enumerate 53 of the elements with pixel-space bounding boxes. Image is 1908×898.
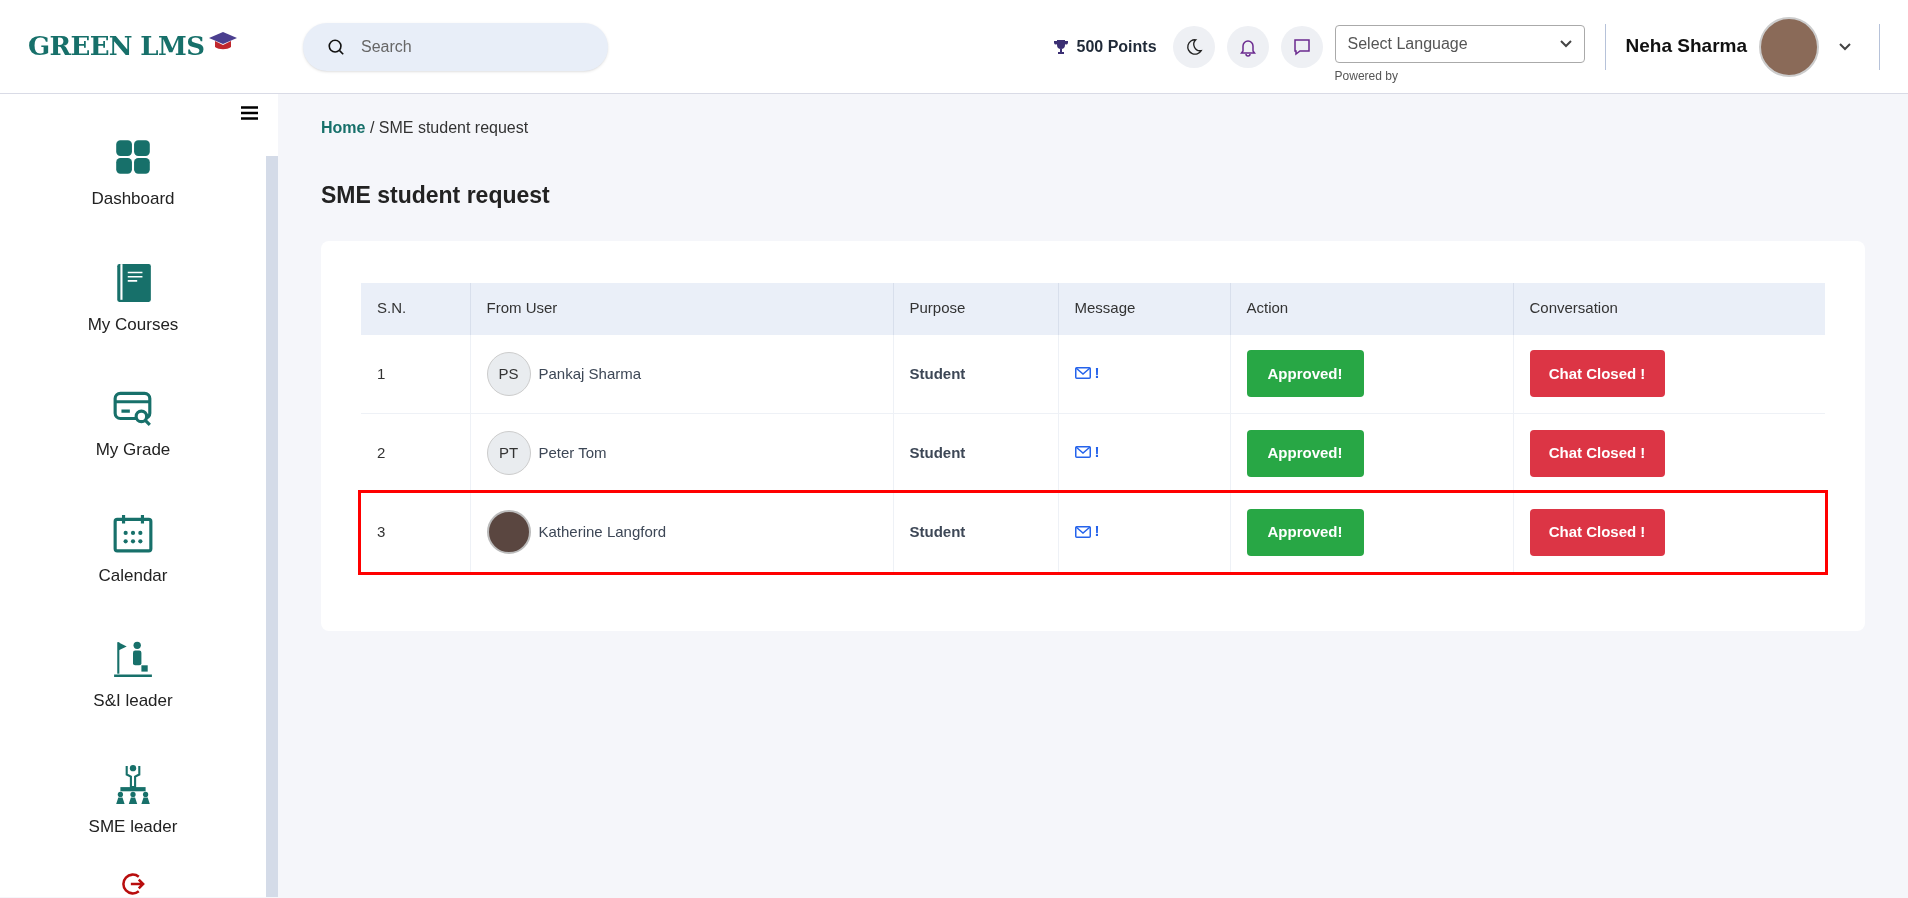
- page-title: SME student request: [321, 181, 551, 210]
- table-cell: Student: [909, 523, 966, 540]
- menu-icon[interactable]: [241, 106, 258, 120]
- column-header: S.N.: [361, 282, 470, 335]
- envelope-icon: [1074, 525, 1091, 538]
- breadcrumb-current: / SME student request: [369, 119, 529, 136]
- search-field[interactable]: Search: [303, 22, 608, 71]
- column-header: Purpose: [893, 282, 1058, 335]
- column-header: From User: [470, 282, 893, 335]
- search-icon: [327, 37, 345, 56]
- approved-button[interactable]: Approved!: [1246, 350, 1364, 398]
- envelope-icon: [1074, 446, 1091, 459]
- scrollbar[interactable]: [266, 156, 278, 897]
- points-text: 500 Points: [1076, 36, 1157, 57]
- language-select[interactable]: Select Language: [1334, 24, 1585, 63]
- initials-avatar: PS: [486, 351, 531, 396]
- chevron-down-icon[interactable]: [1839, 42, 1851, 51]
- column-header: Conversation: [1513, 282, 1825, 335]
- envelope-icon: [1074, 367, 1091, 380]
- table-cell: Student: [909, 443, 966, 461]
- message-link[interactable]: !: [1074, 361, 1100, 385]
- sidebar-item[interactable]: S&I leader: [93, 688, 173, 714]
- table-cell: Student: [909, 364, 966, 382]
- message-link[interactable]: !: [1074, 441, 1100, 464]
- chat-icon: [1291, 36, 1312, 57]
- user-name: Katherine Langford: [538, 522, 667, 542]
- powered-by-text: Powered by: [1334, 67, 1399, 85]
- table-cell: 2: [377, 443, 386, 461]
- trophy-icon: [1052, 38, 1069, 55]
- column-header: Action: [1230, 282, 1513, 335]
- initials-avatar: PT: [486, 431, 531, 475]
- table-cell: 1: [377, 364, 386, 382]
- chat-closed-button[interactable]: Chat Closed !: [1529, 508, 1665, 556]
- sidebar-item[interactable]: My Courses: [87, 311, 179, 337]
- breadcrumb-link[interactable]: Home: [321, 119, 366, 136]
- table-cell: 3: [377, 523, 386, 540]
- column-header: Message: [1058, 282, 1230, 335]
- calendar-icon: [112, 512, 154, 555]
- user-name: Pankaj Sharma: [538, 363, 642, 384]
- chat-closed-button[interactable]: Chat Closed !: [1529, 350, 1665, 398]
- chevron-down-icon: [1559, 39, 1572, 48]
- sidebar-item[interactable]: Calendar: [98, 562, 168, 588]
- chat-closed-button[interactable]: Chat Closed !: [1529, 429, 1665, 477]
- approved-button[interactable]: Approved!: [1246, 429, 1364, 477]
- moon-icon: [1184, 37, 1203, 56]
- sidebar-item[interactable]: My Grade: [95, 437, 171, 463]
- message-link[interactable]: !: [1074, 520, 1100, 543]
- user-name: Peter Tom: [538, 442, 607, 463]
- approved-button[interactable]: Approved!: [1246, 508, 1364, 556]
- sidebar-item[interactable]: Dashboard: [91, 186, 175, 212]
- user-name: Neha Sharma: [1625, 34, 1747, 59]
- sidebar-item[interactable]: SME leader: [88, 813, 178, 839]
- logo-text: GREEN LMS: [28, 30, 205, 63]
